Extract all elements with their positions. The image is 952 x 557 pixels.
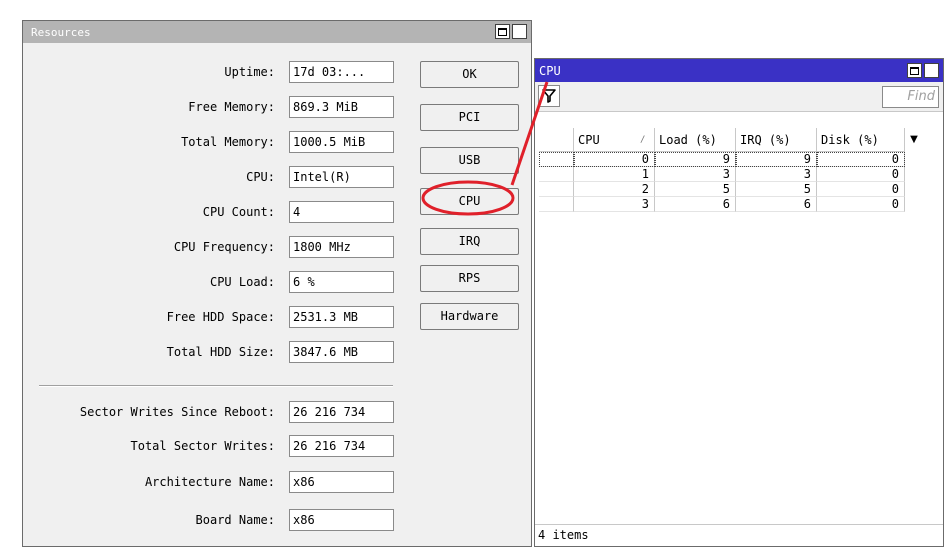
irq-cell: 6 (736, 197, 817, 212)
irq-cell: 3 (736, 167, 817, 182)
cpu-load-label: CPU Load: (209, 275, 275, 289)
column-menu-icon[interactable]: ▼ (905, 128, 923, 152)
ok-button[interactable]: OK (420, 61, 519, 88)
disk-cell: 0 (817, 152, 905, 167)
sector-writes-reboot-field[interactable]: 26 216 734 (289, 401, 394, 423)
total-memory-label: Total Memory: (181, 135, 275, 149)
board-name-label: Board Name: (195, 513, 275, 527)
table-row[interactable]: 2 5 5 0 (539, 182, 941, 197)
architecture-name-field[interactable]: x86 (289, 471, 394, 493)
filter-icon (542, 89, 556, 103)
cpu-maximize-button[interactable] (907, 63, 922, 78)
table-row[interactable]: 0 9 9 0 (539, 152, 941, 167)
column-header-label: CPU (578, 133, 600, 147)
maximize-icon (910, 66, 919, 75)
close-icon: ✕ (514, 24, 525, 39)
disk-cell: 0 (817, 182, 905, 197)
disk-cell: 0 (817, 167, 905, 182)
cpu-toolbar: Find (535, 82, 943, 112)
cpu-cell: 0 (574, 152, 655, 167)
cpu-load-field[interactable]: 6 % (289, 271, 394, 293)
load-cell: 3 (655, 167, 736, 182)
status-bar: 4 items (535, 524, 943, 546)
cpu-count-label: CPU Count: (202, 205, 275, 219)
irq-button[interactable]: IRQ (420, 228, 519, 255)
maximize-icon (498, 27, 507, 36)
usb-button[interactable]: USB (420, 147, 519, 174)
uptime-label: Uptime: (224, 65, 275, 79)
table-header: CPU / Load (%) IRQ (%) Disk (%) ▼ (539, 128, 941, 152)
sector-writes-reboot-label: Sector Writes Since Reboot: (79, 405, 275, 419)
cpu-frequency-label: CPU Frequency: (173, 240, 275, 254)
table-row[interactable]: 1 3 3 0 (539, 167, 941, 182)
cpu-close-button[interactable]: ✕ (924, 63, 939, 78)
table-row[interactable]: 3 6 6 0 (539, 197, 941, 212)
row-marker (539, 167, 574, 182)
uptime-field[interactable]: 17d 03:... (289, 61, 394, 83)
cpu-window-title: CPU (539, 63, 561, 78)
header-blank (539, 128, 574, 152)
rps-button[interactable]: RPS (420, 265, 519, 292)
filter-button[interactable] (538, 85, 560, 107)
board-name-field[interactable]: x86 (289, 509, 394, 531)
load-cell: 5 (655, 182, 736, 197)
section-divider (39, 385, 393, 387)
hardware-button[interactable]: Hardware (420, 303, 519, 330)
cpu-cell: 3 (574, 197, 655, 212)
total-sector-writes-label: Total Sector Writes: (130, 439, 276, 453)
irq-cell: 9 (736, 152, 817, 167)
cpu-count-field[interactable]: 4 (289, 201, 394, 223)
close-icon: ✕ (926, 63, 937, 78)
resources-titlebar[interactable]: Resources ✕ (23, 21, 531, 43)
disk-cell: 0 (817, 197, 905, 212)
cpu-window: CPU ✕ Find CPU / Load (%) IRQ (%) Disk (… (534, 58, 944, 547)
cpu-label: CPU: (246, 170, 275, 184)
architecture-name-label: Architecture Name: (144, 475, 275, 489)
free-hdd-label: Free HDD Space: (166, 310, 275, 324)
irq-cell: 5 (736, 182, 817, 197)
total-hdd-field[interactable]: 3847.6 MB (289, 341, 394, 363)
free-memory-field[interactable]: 869.3 MiB (289, 96, 394, 118)
close-button[interactable]: ✕ (512, 24, 527, 39)
free-hdd-field[interactable]: 2531.3 MB (289, 306, 394, 328)
cpu-field[interactable]: Intel(R) (289, 166, 394, 188)
free-memory-label: Free Memory: (188, 100, 275, 114)
cpu-cell: 1 (574, 167, 655, 182)
find-input[interactable]: Find (882, 86, 939, 108)
column-header-load[interactable]: Load (%) (655, 128, 736, 152)
total-sector-writes-field[interactable]: 26 216 734 (289, 435, 394, 457)
maximize-button[interactable] (495, 24, 510, 39)
row-marker (539, 197, 574, 212)
total-hdd-label: Total HDD Size: (166, 345, 275, 359)
cpu-frequency-field[interactable]: 1800 MHz (289, 236, 394, 258)
column-header-disk[interactable]: Disk (%) (817, 128, 905, 152)
column-header-cpu[interactable]: CPU / (574, 128, 655, 152)
load-cell: 9 (655, 152, 736, 167)
pci-button[interactable]: PCI (420, 104, 519, 131)
cpu-cell: 2 (574, 182, 655, 197)
cpu-titlebar[interactable]: CPU ✕ (535, 59, 943, 82)
total-memory-field[interactable]: 1000.5 MiB (289, 131, 394, 153)
row-marker (539, 182, 574, 197)
row-marker (539, 152, 574, 167)
load-cell: 6 (655, 197, 736, 212)
sort-indicator: / (640, 135, 646, 145)
column-header-irq[interactable]: IRQ (%) (736, 128, 817, 152)
cpu-button[interactable]: CPU (420, 188, 519, 215)
cpu-table: CPU / Load (%) IRQ (%) Disk (%) ▼ 0 9 9 … (539, 128, 941, 212)
resources-window: Resources ✕ Uptime: Free Memory: Total M… (22, 20, 532, 547)
resources-title: Resources (31, 25, 91, 39)
